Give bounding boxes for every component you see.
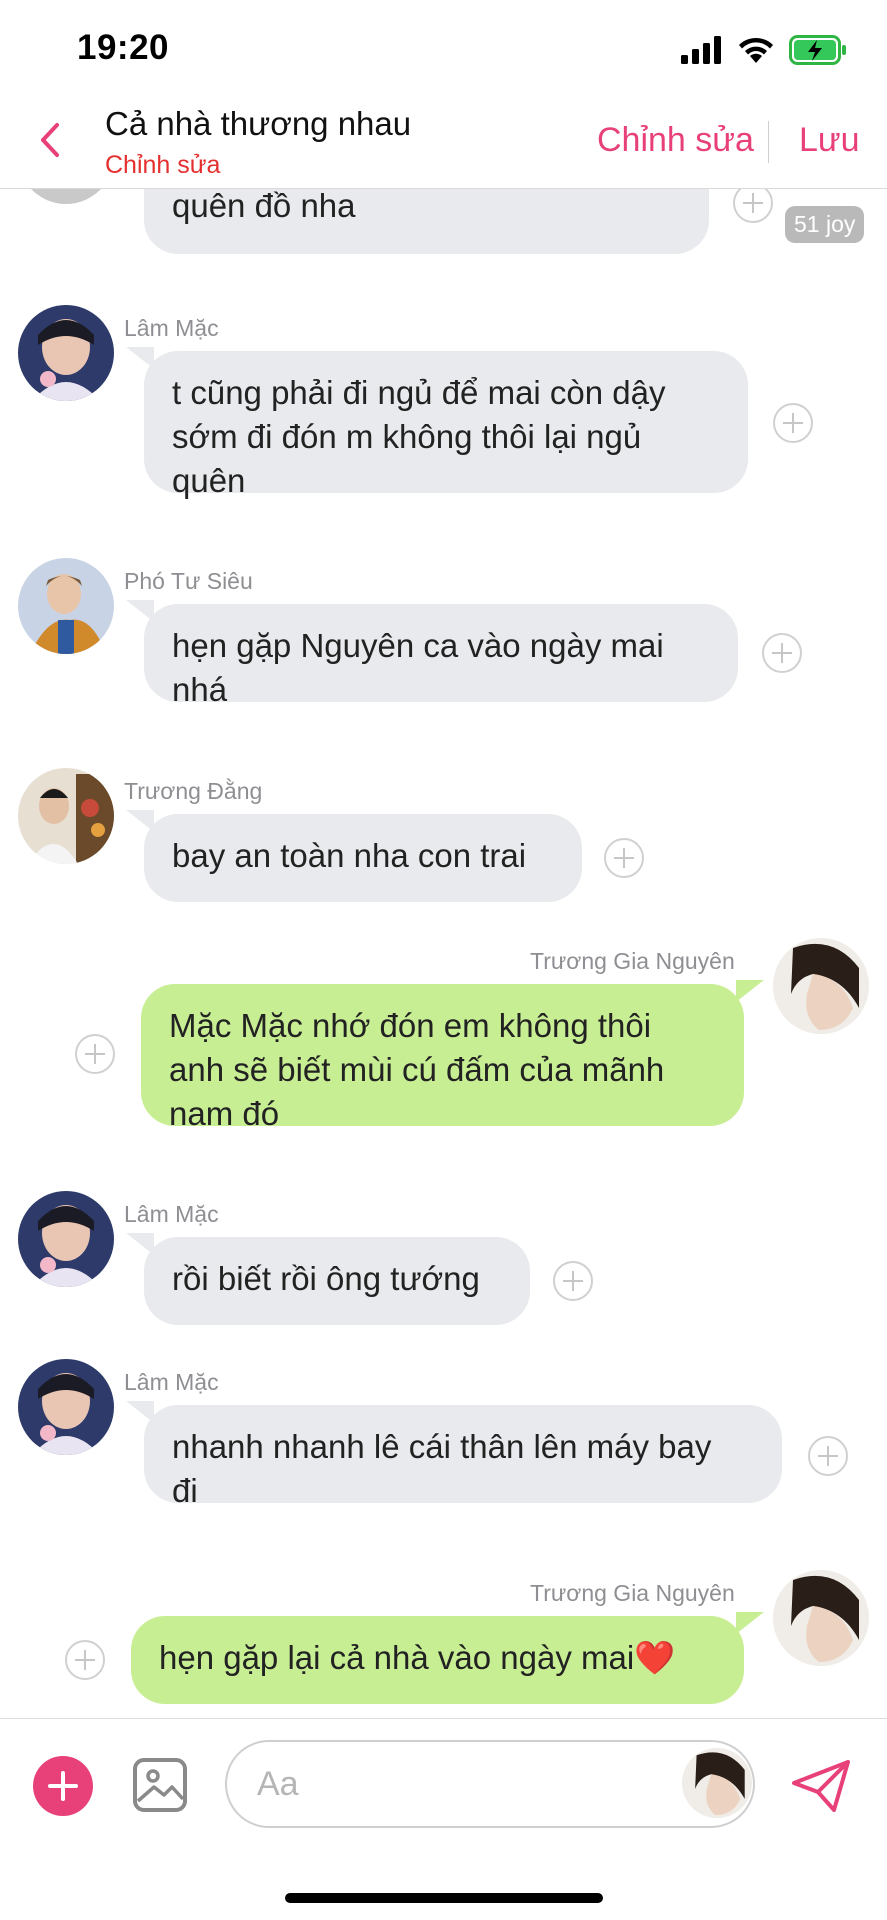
avatar-truong-dang[interactable] <box>18 768 114 864</box>
image-icon[interactable] <box>132 1757 188 1813</box>
message-bubble[interactable]: hẹn gặp Nguyên ca vào ngày mai nhá <box>144 604 738 708</box>
sender-name: Lâm Mặc <box>124 1369 219 1395</box>
signal-icon <box>681 36 721 64</box>
bubble-tail <box>736 1612 764 1634</box>
status-time: 19:20 <box>77 28 170 67</box>
sender-name: Lâm Mặc <box>124 1201 219 1227</box>
chat-title: Cả nhà thương nhau <box>105 105 412 142</box>
avatar-truong-gia-nguyen[interactable] <box>773 1570 869 1666</box>
home-indicator <box>285 1893 603 1903</box>
sender-name: Trương Đằng <box>124 778 263 804</box>
add-reaction-button[interactable] <box>808 1436 848 1476</box>
message-bubble[interactable]: hẹn gặp lại cả nhà vào ngày mai❤️ <box>131 1616 744 1704</box>
message-bubble[interactable]: Mặc Mặc nhớ đón em không thôi anh sẽ biế… <box>141 984 744 1132</box>
send-icon[interactable] <box>790 1759 852 1813</box>
chat-header: Cả nhà thương nhau Chỉnh sửa Chỉnh sửa L… <box>0 95 887 189</box>
sender-name: Trương Gia Nguyên <box>530 948 735 974</box>
battery-icon <box>789 35 846 65</box>
status-icons <box>681 30 847 70</box>
chevron-left-icon <box>41 123 59 157</box>
add-reaction-button[interactable] <box>553 1261 593 1301</box>
add-reaction-button[interactable] <box>604 838 644 878</box>
save-button[interactable]: Lưu <box>799 121 860 160</box>
message-list[interactable]: đã nhớ xem cẩn thận coi chừng quên đồ nh… <box>0 188 887 1718</box>
avatar-lam-mac[interactable] <box>18 1359 114 1455</box>
add-attachment-button[interactable] <box>33 1756 93 1816</box>
sender-name: Lâm Mặc <box>124 315 219 341</box>
edit-button[interactable]: Chỉnh sửa <box>597 121 754 160</box>
add-reaction-button[interactable] <box>65 1640 105 1680</box>
message-bubble[interactable]: nhanh nhanh lê cái thân lên máy bay đi <box>144 1405 782 1509</box>
sticker-avatar-button[interactable] <box>682 1748 752 1818</box>
avatar-lam-mac[interactable] <box>18 305 114 401</box>
avatar-lam-mac[interactable] <box>18 1191 114 1287</box>
message-bubble[interactable]: t cũng phải đi ngủ để mai còn dậy sớm đi… <box>144 351 748 499</box>
add-reaction-button[interactable] <box>773 403 813 443</box>
sender-name: Trương Gia Nguyên <box>530 1580 735 1606</box>
back-button[interactable] <box>30 115 70 165</box>
message-bubble[interactable]: đã nhớ xem cẩn thận coi chừng quên đồ nh… <box>144 188 709 254</box>
sender-name: Phó Tư Siêu <box>124 568 253 594</box>
message-bubble[interactable]: bay an toàn nha con trai <box>144 814 582 902</box>
message-input[interactable] <box>225 1740 755 1828</box>
avatar-truong-gia-nguyen[interactable] <box>773 938 869 1034</box>
bubble-tail <box>736 980 764 1002</box>
add-reaction-button[interactable] <box>733 188 773 223</box>
composer-bar <box>0 1718 887 1851</box>
status-bar: 19:20 <box>0 0 887 95</box>
avatar[interactable] <box>18 188 114 204</box>
add-reaction-button[interactable] <box>75 1034 115 1074</box>
add-reaction-button[interactable] <box>762 633 802 673</box>
wifi-icon <box>739 37 773 63</box>
header-divider <box>768 121 769 163</box>
chat-subtitle[interactable]: Chỉnh sửa <box>105 151 220 180</box>
message-bubble[interactable]: rồi biết rồi ông tướng <box>144 1237 530 1325</box>
reaction-badge[interactable]: 51 joy <box>785 206 865 243</box>
avatar-pho-tu-sieu[interactable] <box>18 558 114 654</box>
